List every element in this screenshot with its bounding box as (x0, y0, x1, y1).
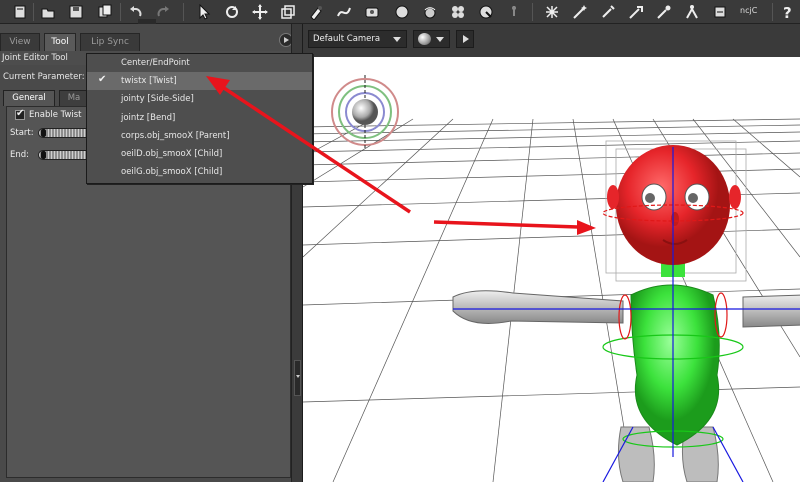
menu-item-label: jointz [Bend] (121, 113, 176, 123)
direct-manipulation-icon[interactable] (476, 2, 496, 22)
render-sphere-icon (418, 33, 431, 45)
twist-icon[interactable] (504, 2, 524, 22)
menu-item-jointy[interactable]: jointy [Side-Side] (87, 90, 312, 108)
splitter-collapse-grip[interactable] (294, 360, 301, 396)
viewport-play-button[interactable] (456, 30, 474, 48)
menu-item-label: jointy [Side-Side] (121, 94, 194, 104)
viewport-toolbar: Default Camera (303, 24, 800, 57)
start-slider-row: Start: (10, 128, 94, 138)
grouping-icon[interactable] (362, 2, 382, 22)
view-magnifier-icon[interactable] (542, 2, 562, 22)
pencil-icon[interactable] (626, 2, 646, 22)
chevron-down-icon (393, 37, 401, 42)
copy-icon[interactable] (95, 2, 115, 22)
end-label: End: (10, 150, 30, 160)
user-label: ncjC (740, 6, 758, 15)
subtab-general[interactable]: General (3, 90, 55, 106)
start-slider-knob[interactable] (41, 129, 46, 137)
taper-icon[interactable] (420, 2, 440, 22)
tab-view[interactable]: View (0, 33, 40, 51)
rotation-gizmo[interactable] (331, 75, 399, 149)
tab-tool[interactable]: Tool (44, 33, 76, 51)
sphere-icon[interactable] (392, 2, 412, 22)
menu-item-oeild-child[interactable]: oeilD.obj_smooX [Child] (87, 145, 312, 163)
3d-viewport[interactable] (303, 57, 800, 482)
end-slider-knob[interactable] (41, 151, 46, 159)
brush-icon[interactable] (654, 2, 674, 22)
enable-twist-checkbox[interactable] (15, 108, 25, 120)
save-icon[interactable] (66, 2, 86, 22)
panel-tabs: View Tool Lip Sync (0, 33, 298, 51)
figure-icon[interactable] (682, 2, 702, 22)
scale-icon[interactable] (278, 2, 298, 22)
render-style-button[interactable] (413, 30, 450, 48)
end-slider-row: End: (10, 150, 94, 160)
menu-item-jointz[interactable]: jointz [Bend] (87, 109, 312, 127)
translate-icon[interactable] (250, 2, 270, 22)
camera-select[interactable]: Default Camera (308, 30, 407, 48)
subtab-more[interactable]: Ma (59, 90, 89, 106)
menu-item-center-endpoint[interactable]: Center/EndPoint (87, 54, 312, 72)
current-parameter-label: Current Parameter: (3, 72, 85, 82)
enable-twist-row[interactable]: Enable Twist (15, 108, 82, 120)
open-folder-icon[interactable] (38, 2, 58, 22)
menu-item-label: twistx [Twist] (121, 76, 177, 86)
chevron-down-icon (436, 37, 444, 42)
menu-item-oeilg-child[interactable]: oeilG.obj_smooX [Child] (87, 163, 312, 181)
scene-canvas (303, 75, 800, 482)
checkmark-icon: ✔ (98, 74, 107, 85)
menu-item-corps-parent[interactable]: corps.obj_smooX [Parent] (87, 127, 312, 145)
sparkle-icon[interactable] (598, 2, 618, 22)
camera-select-value: Default Camera (313, 34, 381, 44)
help-icon[interactable]: ? (778, 2, 798, 22)
tab-lip-sync[interactable]: Lip Sync (80, 33, 140, 51)
open-icon[interactable] (10, 2, 30, 22)
phone-icon[interactable] (710, 2, 730, 22)
menu-item-label: Center/EndPoint (121, 58, 190, 68)
wand-icon[interactable] (570, 2, 590, 22)
rotate-icon[interactable] (222, 2, 242, 22)
morph-icon[interactable] (334, 2, 354, 22)
parameter-dropdown-menu: Center/EndPoint ✔ twistx [Twist] jointy [… (86, 53, 313, 184)
menu-item-twistx[interactable]: ✔ twistx [Twist] (87, 72, 312, 90)
character-figure[interactable] (452, 140, 800, 482)
start-label: Start: (10, 128, 34, 138)
menu-item-label: oeilG.obj_smooX [Child] (121, 167, 223, 177)
redo-icon[interactable] (153, 2, 173, 22)
menu-item-label: oeilD.obj_smooX [Child] (121, 149, 223, 159)
menu-item-label: corps.obj_smooX [Parent] (121, 131, 230, 141)
svg-text:?: ? (783, 4, 792, 20)
color-icon[interactable] (306, 2, 326, 22)
main-toolbar: ncjC ? (0, 0, 800, 24)
select-arrow-icon[interactable] (194, 2, 214, 22)
enable-twist-label: Enable Twist (29, 110, 82, 120)
sphere-dot-icon[interactable] (448, 2, 468, 22)
